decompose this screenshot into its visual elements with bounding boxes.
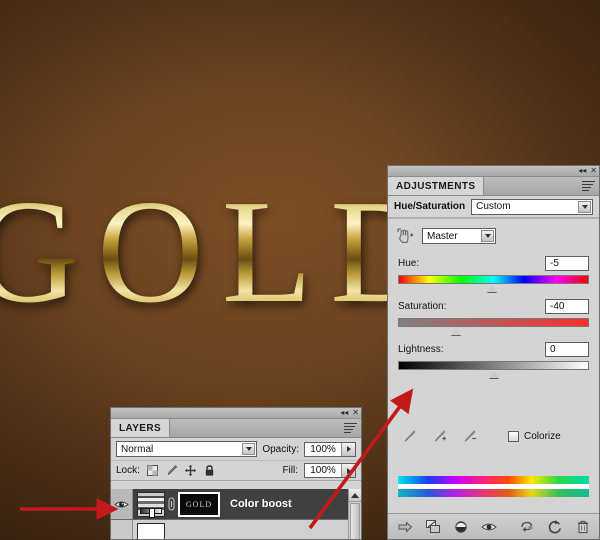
eyedropper-subtract-icon[interactable] [462,428,478,444]
lightness-slider-block: Lightness: 0 [388,327,599,378]
channel-row: Master [388,219,599,249]
saturation-value-field[interactable]: -40 [545,298,589,314]
lock-transparent-pixels-icon[interactable] [146,464,159,477]
layer-visibility-toggle[interactable] [111,520,133,539]
opacity-value: 100% [310,443,336,455]
collapse-icon[interactable]: ◂◂ [578,167,586,175]
hue-saturation-thumbnail[interactable] [137,491,165,518]
hue-value-field[interactable]: -5 [545,255,589,271]
hue-spectrum-bars [398,476,589,497]
layer-mask-thumbnail[interactable]: GOLD [178,491,220,517]
eyedropper-add-icon[interactable] [432,428,448,444]
layer-thumbnail[interactable] [137,522,165,539]
preset-value: Custom [476,201,511,212]
hue-saturation-header: Hue/Saturation Custom [388,196,599,218]
tab-layers-label: LAYERS [119,422,162,434]
photoshop-screenshot: GOLD ◂◂ ✕ ADJUSTMENTS Hue/Saturation Cus… [0,0,600,540]
hue-slider-thumb[interactable] [486,285,497,292]
fill-stepper-icon[interactable] [341,464,355,477]
blend-mode-select[interactable]: Normal [116,441,258,457]
on-image-adjust-icon[interactable] [396,227,414,245]
adjustments-panel: ◂◂ ✕ ADJUSTMENTS Hue/Saturation Custom M… [387,165,600,540]
colorize-checkbox[interactable] [508,430,519,442]
hue-slider-block: Hue: -5 [388,249,599,292]
chevron-down-icon[interactable] [481,230,494,242]
close-icon[interactable]: ✕ [352,409,359,417]
lock-row: Lock: Fill: 100% [111,461,361,481]
saturation-value: -40 [550,300,565,312]
adjustments-tabbar: ADJUSTMENTS [388,177,599,196]
layers-tabbar: LAYERS [111,419,361,438]
panel-menu-icon[interactable] [344,423,357,433]
chevron-down-icon[interactable] [578,200,591,213]
layers-scrollbar[interactable] [348,489,361,539]
adjustments-footer [388,513,599,539]
hue-spectrum-output-bar [398,489,589,497]
lock-all-icon[interactable] [203,464,216,477]
fill-label: Fill: [282,465,298,476]
hue-value: -5 [550,257,559,269]
lightness-slider-thumb[interactable] [488,371,499,378]
preview-eye-icon[interactable] [480,518,498,536]
preset-select[interactable]: Custom [471,198,593,215]
toggle-layer-visibility-icon[interactable] [452,518,470,536]
opacity-field[interactable]: 100% [304,441,356,457]
saturation-slider-track[interactable] [398,318,589,335]
panel-menu-icon[interactable] [582,181,595,191]
layer-name[interactable]: Color boost [230,498,292,510]
delete-adjustment-icon[interactable] [574,518,592,536]
tab-adjustments[interactable]: ADJUSTMENTS [388,177,485,195]
reset-adjustment-icon[interactable] [546,518,564,536]
hue-label: Hue: [398,257,420,269]
blend-mode-value: Normal [121,443,154,455]
colorize-label: Colorize [524,430,561,442]
view-previous-state-icon[interactable] [518,518,536,536]
scrollbar-thumb[interactable] [350,503,360,539]
layer-visibility-toggle[interactable] [111,489,133,519]
table-row[interactable]: GOLD Color boost [111,489,361,520]
saturation-label: Saturation: [398,300,447,312]
layers-titlebar: ◂◂ ✕ [111,408,361,419]
tab-adjustments-label: ADJUSTMENTS [396,180,476,192]
lock-position-icon[interactable] [184,464,197,477]
lightness-slider-track[interactable] [398,361,589,378]
lock-image-pixels-icon[interactable] [165,464,178,477]
opacity-label: Opacity: [262,443,299,455]
return-to-adjustment-list-icon[interactable] [396,518,414,536]
colorize-control[interactable]: Colorize [508,430,561,442]
layers-panel: ◂◂ ✕ LAYERS Normal Opacity: 100% Lock: F… [110,407,362,540]
hue-slider-track[interactable] [398,275,589,292]
chevron-down-icon[interactable] [242,443,256,455]
lightness-value: 0 [550,343,556,355]
adjustments-titlebar: ◂◂ ✕ [388,166,599,177]
hue-spectrum-input-bar [398,476,589,484]
adjustment-title: Hue/Saturation [394,201,466,212]
channel-value: Master [427,230,458,242]
close-icon[interactable]: ✕ [590,167,597,175]
lightness-label: Lightness: [398,343,444,355]
fill-field[interactable]: 100% [304,463,356,478]
scroll-up-icon[interactable] [349,489,361,502]
fill-value: 100% [310,465,336,476]
link-layers-icon[interactable] [168,496,175,512]
eyedropper-row: Colorize [388,428,599,444]
eyedropper-icon[interactable] [402,428,418,444]
table-row[interactable] [111,520,361,539]
channel-select[interactable]: Master [422,228,496,244]
layers-list[interactable]: GOLD Color boost [111,489,361,539]
tab-layers[interactable]: LAYERS [111,419,171,437]
opacity-stepper-icon[interactable] [341,442,355,456]
collapse-icon[interactable]: ◂◂ [340,409,348,417]
blend-mode-row: Normal Opacity: 100% [111,438,361,461]
clip-to-layer-icon[interactable] [424,518,442,536]
saturation-slider-thumb[interactable] [450,328,461,335]
lock-label: Lock: [116,465,140,476]
lightness-value-field[interactable]: 0 [545,341,589,357]
layer-mask-thumbnail-text: GOLD [185,499,213,509]
